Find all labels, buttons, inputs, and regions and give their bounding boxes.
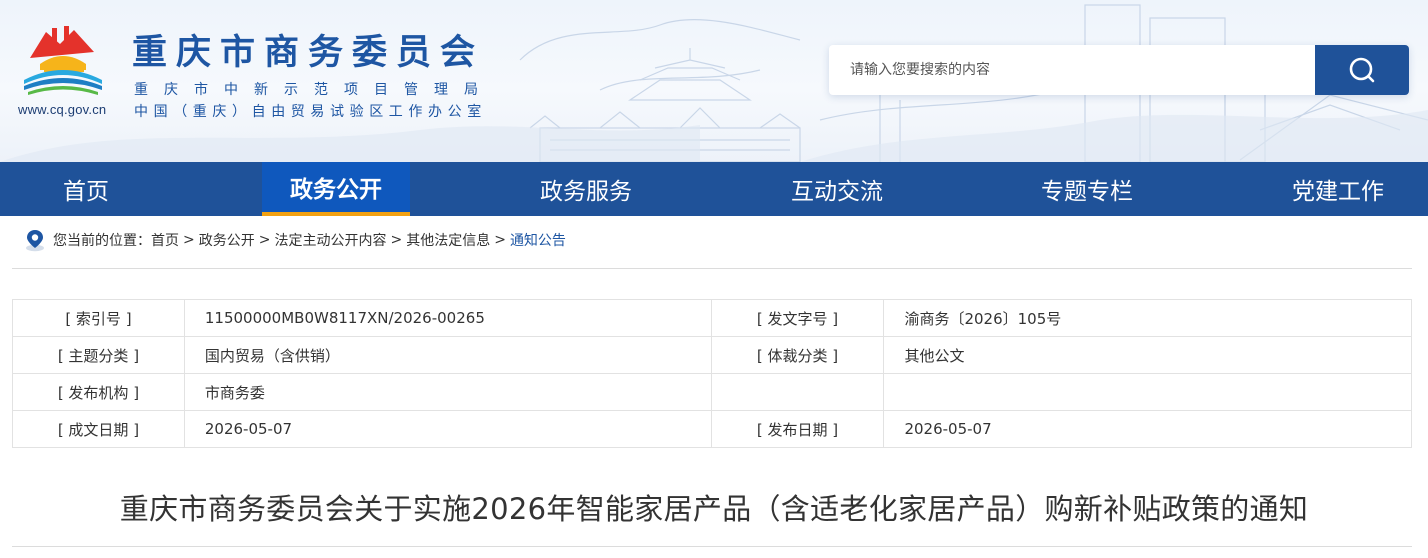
search-input[interactable] (829, 45, 1315, 95)
site-title: 重庆市商务委员会 (132, 33, 485, 73)
nav-item-home[interactable]: 首页 (30, 162, 142, 216)
label-empty (710, 373, 885, 411)
search-icon (1349, 57, 1375, 83)
table-row: [ 主题分类 ] 国内贸易（含供销） [ 体裁分类 ] 其他公文 (12, 336, 1412, 374)
value-genre-category: 其他公文 (883, 336, 1412, 374)
nav-item-government-affairs[interactable]: 政务公开 (262, 162, 410, 216)
breadcrumb-government-affairs[interactable]: 政务公开 (199, 230, 255, 250)
breadcrumb-notices[interactable]: 通知公告 (510, 230, 566, 250)
value-topic-category: 国内贸易（含供销） (183, 336, 712, 374)
breadcrumb-separator: > (494, 232, 506, 248)
document-info-table: [ 索引号 ] 11500000MB0W8117XN/2026-00265 [ … (12, 299, 1412, 448)
value-written-date: 2026-05-07 (183, 410, 712, 448)
breadcrumb: 您当前的位置： 首页 > 政务公开 > 法定主动公开内容 > 其他法定信息 > … (24, 228, 566, 252)
nav-item-government-services[interactable]: 政务服务 (512, 162, 660, 216)
value-index-number: 11500000MB0W8117XN/2026-00265 (183, 299, 712, 337)
location-pin-icon (26, 230, 44, 252)
site-subtitle-1: 重庆市中新示范项目管理局 (134, 82, 494, 98)
value-publish-date: 2026-05-07 (883, 410, 1412, 448)
table-row: [ 成文日期 ] 2026-05-07 [ 发布日期 ] 2026-05-07 (12, 410, 1412, 448)
label-publishing-agency: [ 发布机构 ] (12, 373, 185, 411)
breadcrumb-statutory-content[interactable]: 法定主动公开内容 (274, 230, 386, 250)
value-publishing-agency: 市商务委 (183, 373, 712, 411)
site-header: www.cq.gov.cn 重庆市商务委员会 重庆市中新示范项目管理局 中国（重… (0, 0, 1428, 162)
nav-item-party-building[interactable]: 党建工作 (1264, 162, 1412, 216)
label-document-number: [ 发文字号 ] (710, 299, 885, 337)
breadcrumb-prefix: 您当前的位置： (53, 233, 151, 249)
nav-item-special-topics[interactable]: 专题专栏 (1013, 162, 1161, 216)
search-button[interactable] (1315, 45, 1409, 95)
breadcrumb-other-info[interactable]: 其他法定信息 (406, 230, 490, 250)
label-topic-category: [ 主题分类 ] (12, 336, 185, 374)
article-title: 重庆市商务委员会关于实施2026年智能家居产品（含适老化家居产品）购新补贴政策的… (119, 492, 1309, 526)
table-row: [ 发布机构 ] 市商务委 (12, 373, 1412, 411)
nav-item-interaction[interactable]: 互动交流 (763, 162, 911, 216)
label-publish-date: [ 发布日期 ] (710, 410, 885, 448)
search-box (829, 45, 1409, 95)
label-written-date: [ 成文日期 ] (12, 410, 185, 448)
breadcrumb-separator: > (183, 232, 195, 248)
breadcrumb-separator: > (390, 232, 403, 248)
site-subtitle-2: 中国（重庆）自由贸易试验区工作办公室 (134, 104, 487, 120)
site-domain: www.cq.gov.cn (18, 102, 107, 117)
main-nav: 首页 政务公开 政务服务 互动交流 专题专栏 党建工作 (0, 162, 1428, 216)
value-document-number: 渝商务〔2026〕105号 (883, 299, 1412, 337)
breadcrumb-home[interactable]: 首页 (151, 230, 179, 250)
government-emblem-logo (24, 26, 102, 95)
table-row: [ 索引号 ] 11500000MB0W8117XN/2026-00265 [ … (12, 299, 1412, 337)
breadcrumb-separator: > (258, 232, 271, 248)
label-genre-category: [ 体裁分类 ] (710, 336, 885, 374)
divider (12, 268, 1412, 269)
label-index-number: [ 索引号 ] (12, 299, 185, 337)
divider (12, 546, 1412, 547)
value-empty (883, 373, 1412, 411)
